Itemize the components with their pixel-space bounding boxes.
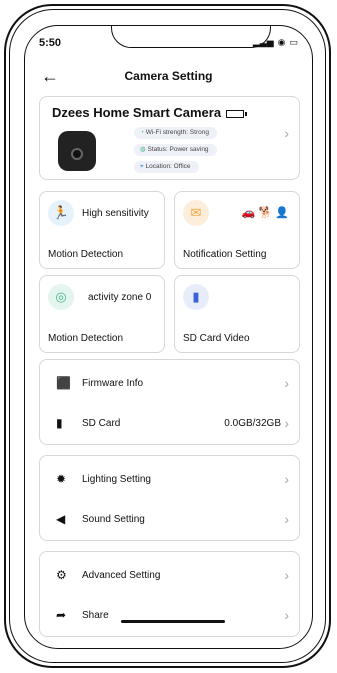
group-media: ✹ Lighting Setting › ◀ Sound Setting › <box>39 455 300 541</box>
sound-setting-row[interactable]: ◀ Sound Setting › <box>40 500 299 540</box>
wifi-strength-pill: ◔ Wi-Fi strength: Strong <box>134 127 217 139</box>
chevron-right-icon: › <box>284 415 289 431</box>
status-icons: ▂▃▅ ◉ ▭ <box>253 37 298 48</box>
notification-type-icons: 🚗 🐕 👤 <box>242 206 289 219</box>
battery-icon <box>226 109 248 118</box>
row-label: Sound Setting <box>82 514 145 525</box>
notch <box>111 26 271 48</box>
activity-zone-label: activity zone 0 <box>88 292 152 303</box>
chevron-right-icon: › <box>284 471 289 487</box>
signal-icon: ▂▃▅ <box>252 37 274 47</box>
power-icon: ◍ <box>140 146 146 153</box>
group-advanced: ⚙ Advanced Setting › ➦ Share › <box>39 551 300 637</box>
page-title: Camera Setting <box>124 69 213 83</box>
sd-card-row[interactable]: ▮ SD Card 0.0GB/32GB › <box>40 404 299 444</box>
screen: 5:50 ▂▃▅ ◉ ▭ ← Camera Setting Dzees Home… <box>24 25 313 649</box>
tile-motion-detection[interactable]: 🏃 High sensitivity Motion Detection <box>39 191 165 269</box>
chip-icon: ⬛ <box>56 376 71 390</box>
location-pill: ⌖ Location: Office <box>134 161 199 173</box>
share-row[interactable]: ➦ Share › <box>40 596 299 636</box>
share-arrow-icon: ➦ <box>56 608 67 622</box>
tile-label: Motion Detection <box>48 333 124 344</box>
sd-card-capacity: 0.0GB/32GB <box>224 418 281 429</box>
person-icon: 👤 <box>275 207 289 219</box>
tile-label: Motion Detection <box>48 249 124 260</box>
tile-notification-setting[interactable]: ✉ 🚗 🐕 👤 Notification Setting <box>174 191 300 269</box>
chevron-right-icon: › <box>284 607 289 623</box>
row-label: Share <box>82 610 109 621</box>
sd-card-icon: ▮ <box>56 416 63 430</box>
status-time: 5:50 <box>39 37 62 49</box>
status-pill: ◍ Status: Power saving <box>134 144 217 156</box>
running-person-icon: 🏃 <box>48 200 74 226</box>
wifi-icon: ◉ <box>277 37 286 47</box>
tile-sd-card-video[interactable]: ▮ SD Card Video <box>174 275 300 353</box>
firmware-info-row[interactable]: ⬛ Firmware Info › <box>40 364 299 404</box>
pet-icon: 🐕 <box>258 207 273 219</box>
sd-card-icon: ▮ <box>183 284 209 310</box>
camera-image <box>58 131 96 171</box>
tile-activity-zone[interactable]: ◎ activity zone 0 Motion Detection <box>39 275 165 353</box>
wifi-icon: ◔ <box>140 129 144 136</box>
advanced-setting-row[interactable]: ⚙ Advanced Setting › <box>40 556 299 596</box>
row-label: Firmware Info <box>82 378 144 389</box>
envelope-icon: ✉ <box>183 200 209 226</box>
group-info: ⬛ Firmware Info › ▮ SD Card 0.0GB/32GB › <box>39 359 300 445</box>
tile-label: SD Card Video <box>183 333 250 344</box>
zone-icon: ◎ <box>48 284 74 310</box>
row-label: SD Card <box>82 418 121 429</box>
device-name: Dzees Home Smart Camera <box>52 105 248 120</box>
speaker-icon: ◀ <box>56 512 66 526</box>
tile-label: Notification Setting <box>183 249 267 260</box>
row-label: Advanced Setting <box>82 570 161 581</box>
row-label: Lighting Setting <box>82 474 151 485</box>
sensitivity-label: High sensitivity <box>82 208 149 219</box>
location-pin-icon: ⌖ <box>140 163 144 170</box>
chevron-right-icon: › <box>284 511 289 527</box>
device-card[interactable]: Dzees Home Smart Camera ◔ Wi-Fi strength… <box>39 96 300 180</box>
lighting-setting-row[interactable]: ✹ Lighting Setting › <box>40 460 299 500</box>
vehicle-icon: 🚗 <box>241 207 256 219</box>
light-bulb-icon: ✹ <box>56 472 67 486</box>
gear-icon: ⚙ <box>56 568 67 582</box>
home-indicator[interactable] <box>121 620 225 623</box>
battery-icon: ▭ <box>289 37 298 47</box>
chevron-right-icon: › <box>284 567 289 583</box>
chevron-right-icon: › <box>284 125 289 141</box>
chevron-right-icon: › <box>284 375 289 391</box>
